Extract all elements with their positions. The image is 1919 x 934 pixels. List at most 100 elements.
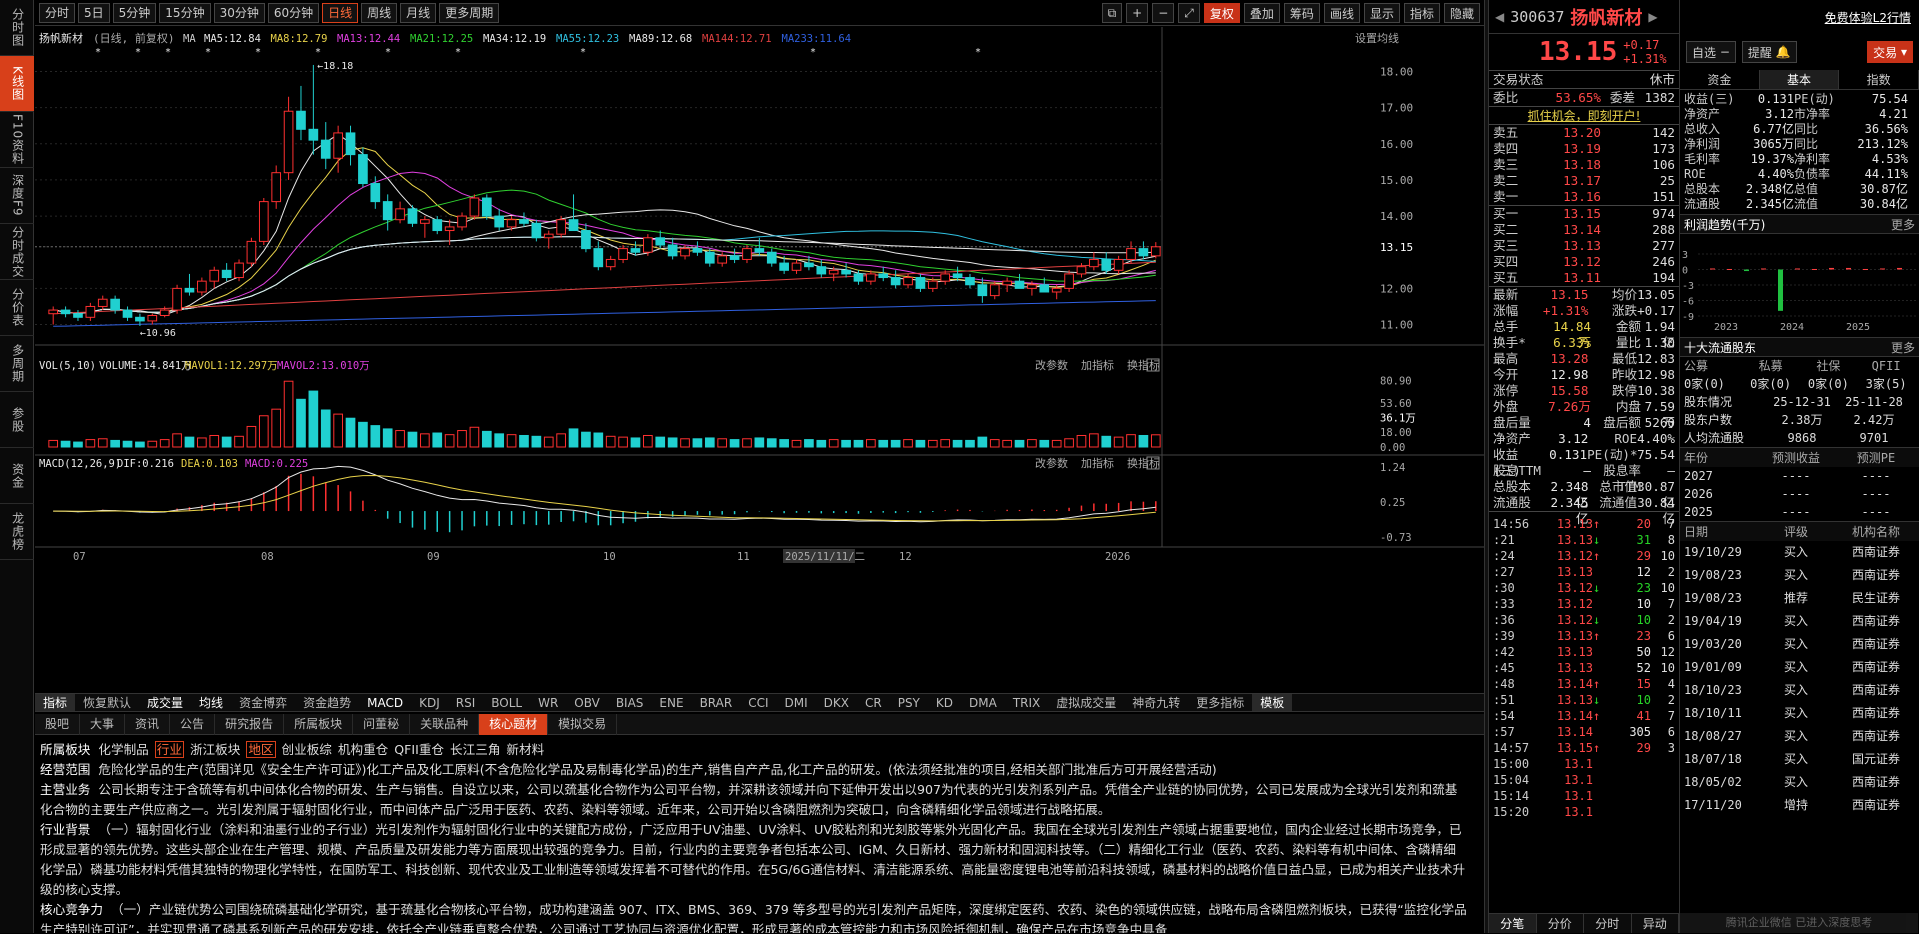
indicator-tab-2[interactable]: 成交量 — [139, 694, 191, 711]
indicator-tab-10[interactable]: WR — [530, 696, 566, 710]
board-item[interactable]: 化学制品 — [98, 742, 148, 757]
f10-tab-8[interactable]: 核心题材 — [479, 713, 549, 735]
f10-tab-6[interactable]: 问董秘 — [353, 713, 411, 735]
left-nav-item-5[interactable]: 分价表 — [0, 280, 34, 336]
left-nav-item-4[interactable]: 分时成交 — [0, 224, 34, 280]
tool-2[interactable]: 筹码 — [1283, 3, 1320, 23]
watchlist-button[interactable]: 自选 − — [1686, 41, 1736, 63]
indicator-tab-23[interactable]: 虚拟成交量 — [1048, 694, 1124, 711]
kline-chart[interactable]: 扬帆新材 (日线, 前复权) MA MA5:12.84 MA8:12.79 MA13:12… — [35, 27, 1484, 693]
board-item[interactable]: 机构重仓 — [338, 742, 388, 757]
tick-tab-1[interactable]: 分价 — [1537, 914, 1584, 933]
candle-body — [320, 139, 331, 159]
period-9[interactable]: 更多周期 — [439, 2, 500, 23]
left-nav-item-3[interactable]: 深度F9 — [0, 168, 34, 224]
indicator-tab-19[interactable]: PSY — [890, 696, 928, 710]
promo-link[interactable]: 抓住机会，即刻开户! — [1489, 106, 1679, 124]
indicator-tab-6[interactable]: MACD — [359, 696, 411, 710]
indicator-tab-13[interactable]: ENE — [651, 696, 691, 710]
indicator-tab-25[interactable]: 更多指标 — [1188, 694, 1252, 711]
period-0[interactable]: 分时 — [39, 2, 76, 23]
indicator-tab-16[interactable]: DMI — [777, 696, 816, 710]
f10-tab-4[interactable]: 研究报告 — [215, 713, 285, 735]
profit-ytick: -6 — [1682, 297, 1694, 308]
left-nav-item-7[interactable]: 参股 — [0, 392, 34, 448]
indicator-tab-15[interactable]: CCI — [740, 696, 776, 710]
table-cell: 买入 — [1783, 637, 1808, 651]
kline-svg[interactable]: 扬帆新材 (日线, 前复权) MA MA5:12.84 MA8:12.79 MA13:12… — [35, 27, 1484, 693]
f10-tab-5[interactable]: 所属板块 — [284, 713, 354, 735]
f10-tab-1[interactable]: 大事 — [80, 713, 126, 735]
indicator-tab-18[interactable]: CR — [857, 696, 890, 710]
left-nav-item-2[interactable]: F10资料 — [0, 112, 34, 168]
left-nav-item-1[interactable]: K线图 — [0, 56, 34, 112]
period-1[interactable]: 5日 — [78, 2, 110, 23]
stat-label: 收益(三) — [1493, 447, 1521, 478]
indicator-tab-8[interactable]: RSI — [448, 696, 484, 710]
f10-tab-9[interactable]: 模拟交易 — [548, 713, 618, 735]
profit-more-link[interactable]: 更多 — [1891, 215, 1915, 233]
indicator-tab-21[interactable]: DMA — [961, 696, 1005, 710]
tool-3[interactable]: 画线 — [1323, 3, 1360, 23]
indicator-tab-17[interactable]: DKX — [816, 696, 857, 710]
board-item[interactable]: 新材料 — [506, 742, 544, 757]
board-item[interactable]: 浙江板块 — [190, 742, 240, 757]
indicator-tab-9[interactable]: BOLL — [483, 696, 530, 710]
tool-1[interactable]: 叠加 — [1243, 3, 1280, 23]
tool-0[interactable]: 复权 — [1203, 3, 1240, 23]
indicator-tab-4[interactable]: 资金博弈 — [231, 694, 295, 711]
board-item[interactable]: QFII重仓 — [394, 742, 444, 757]
holders-more-link[interactable]: 更多 — [1891, 338, 1915, 356]
tick-tab-2[interactable]: 分时 — [1584, 914, 1632, 933]
period-5[interactable]: 60分钟 — [267, 2, 320, 23]
indicator-tab-14[interactable]: BRAR — [692, 696, 741, 710]
trade-button[interactable]: 交易 ▾ — [1867, 41, 1913, 63]
board-item[interactable]: 创业板综 — [282, 742, 332, 757]
f10-tab-7[interactable]: 关联品种 — [410, 713, 480, 735]
tick-tab-0[interactable]: 分笔 — [1489, 914, 1537, 933]
tool-5[interactable]: 指标 — [1403, 3, 1440, 23]
fund-tab-1[interactable]: 基本 — [1759, 70, 1840, 89]
zoom-in-icon[interactable]: + — [1126, 3, 1149, 23]
period-4[interactable]: 30分钟 — [213, 2, 265, 23]
left-nav-item-0[interactable]: 分时图 — [0, 0, 34, 56]
indicator-tab-12[interactable]: BIAS — [608, 696, 652, 710]
f10-tab-2[interactable]: 资讯 — [125, 713, 171, 735]
copy-icon[interactable]: ⧉ — [1101, 3, 1123, 23]
period-8[interactable]: 月线 — [400, 2, 437, 23]
period-2[interactable]: 5分钟 — [112, 2, 157, 23]
fund-tab-2[interactable]: 指数 — [1839, 70, 1919, 89]
indicator-tab-1[interactable]: 恢复默认 — [75, 694, 139, 711]
expand-icon[interactable]: ⤢ — [1178, 3, 1200, 23]
f10-tab-0[interactable]: 股吧 — [35, 713, 81, 735]
left-nav-item-6[interactable]: 多周期 — [0, 336, 34, 392]
tool-4[interactable]: 显示 — [1363, 3, 1400, 23]
indicator-tab-5[interactable]: 资金趋势 — [295, 694, 359, 711]
indicator-tab-0[interactable]: 指标 — [35, 694, 76, 711]
alert-button[interactable]: 提醒 🔔 — [1741, 41, 1797, 63]
tool-6[interactable]: 隐藏 — [1443, 3, 1480, 23]
next-stock-icon[interactable]: ▶ — [1648, 10, 1657, 24]
indicator-tab-7[interactable]: KDJ — [411, 696, 448, 710]
l2-link[interactable]: 免费体验L2行情 — [1680, 0, 1919, 34]
candle-body — [1027, 284, 1037, 289]
indicator-tab-22[interactable]: TRIX — [1005, 696, 1048, 710]
indicator-tab-20[interactable]: KD — [928, 696, 961, 710]
f10-tab-3[interactable]: 公告 — [170, 713, 216, 735]
indicator-tab-3[interactable]: 均线 — [191, 694, 231, 711]
candle-body — [469, 197, 480, 217]
fund-tab-0[interactable]: 资金 — [1680, 70, 1760, 89]
period-6[interactable]: 日线 — [322, 2, 359, 23]
tick-tab-3[interactable]: 异动 — [1632, 914, 1679, 933]
period-3[interactable]: 15分钟 — [159, 2, 211, 23]
indicator-tab-26[interactable]: 模板 — [1252, 694, 1293, 711]
period-7[interactable]: 周线 — [361, 2, 398, 23]
zoom-out-icon[interactable]: − — [1152, 3, 1175, 23]
left-nav-item-8[interactable]: 资金 — [0, 448, 34, 504]
tick-row: :54 13.14 ↑ 41 7 — [1489, 708, 1679, 724]
prev-stock-icon[interactable]: ◀ — [1495, 10, 1504, 24]
indicator-tab-24[interactable]: 神奇九转 — [1124, 694, 1188, 711]
indicator-tab-11[interactable]: OBV — [566, 696, 608, 710]
board-item[interactable]: 长江三角 — [450, 742, 500, 757]
left-nav-item-9[interactable]: 龙虎榜 — [0, 504, 34, 560]
